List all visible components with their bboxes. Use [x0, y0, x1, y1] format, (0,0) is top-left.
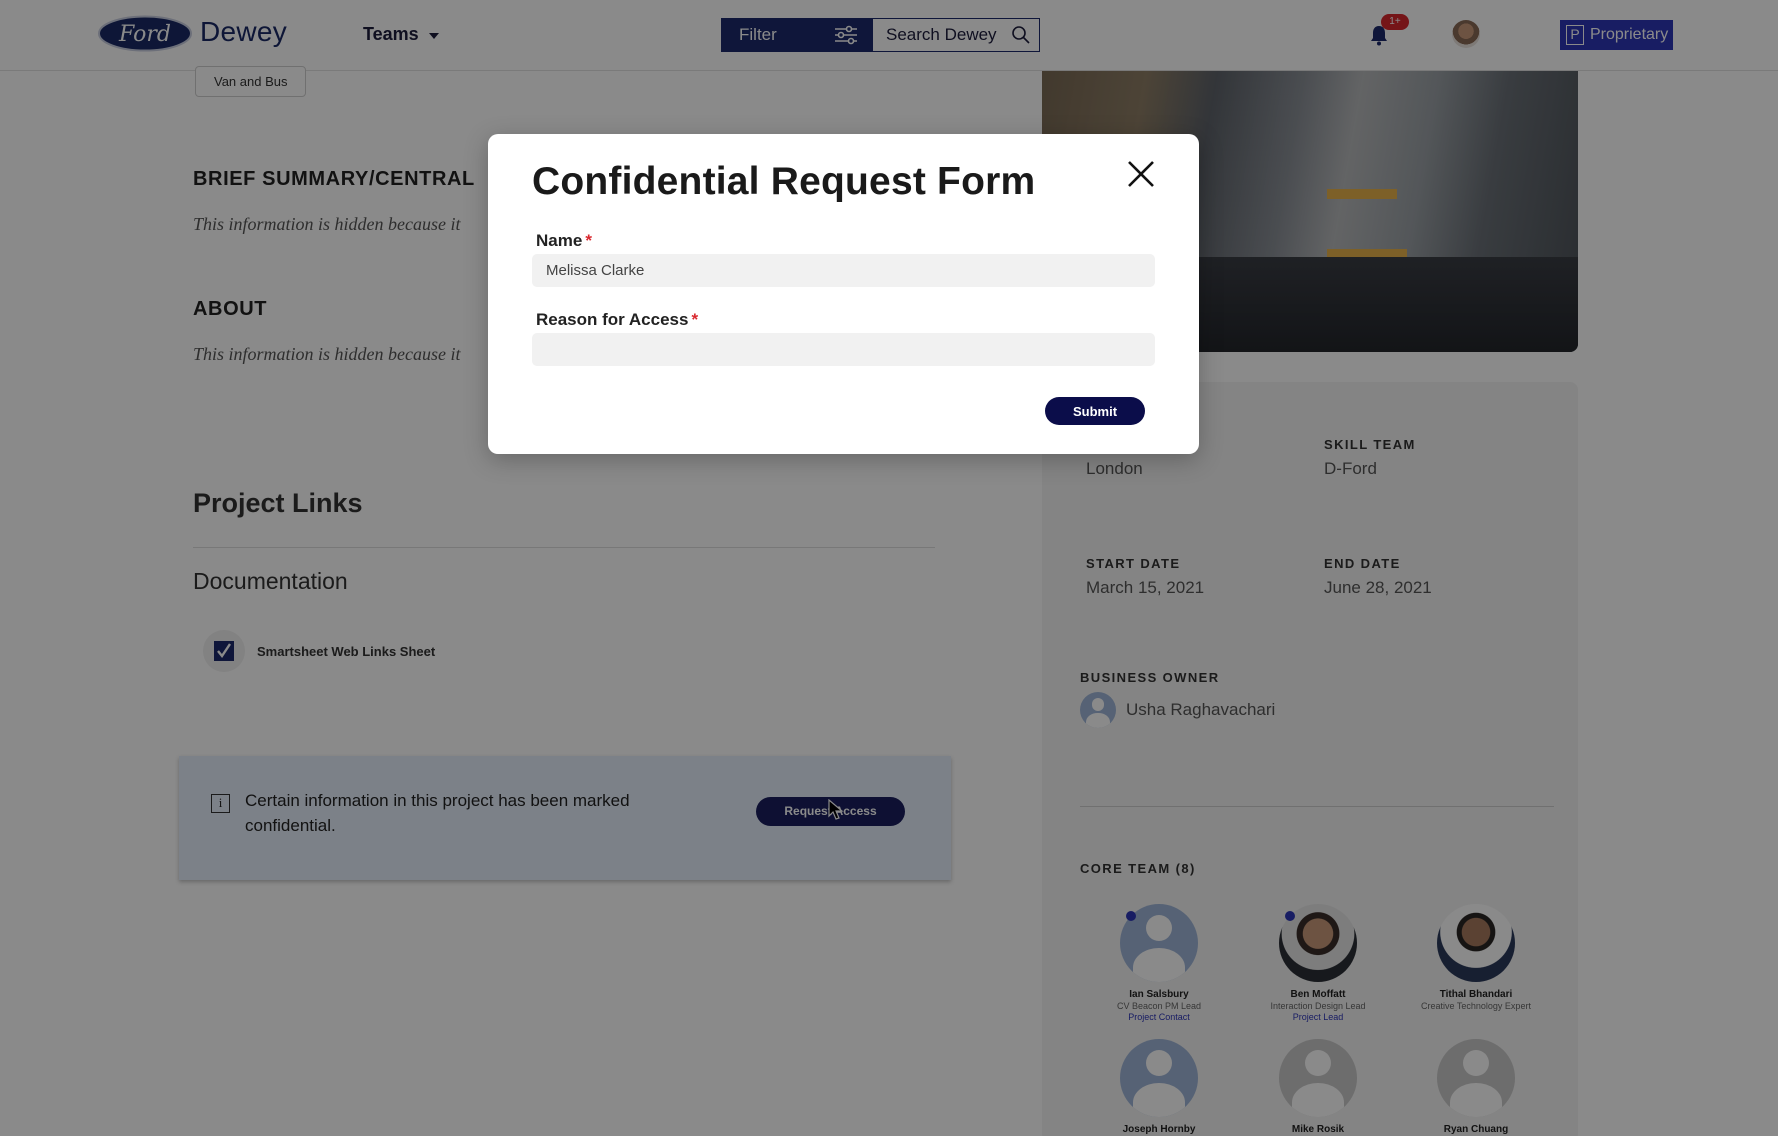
modal-title: Confidential Request Form [532, 160, 1036, 203]
confidential-request-modal: Confidential Request Form Name* Reason f… [488, 134, 1199, 454]
name-label-text: Name [536, 231, 583, 250]
reason-field-label: Reason for Access * [536, 310, 698, 330]
reason-label-text: Reason for Access [536, 310, 689, 329]
required-indicator: * [691, 310, 699, 329]
reason-for-access-field[interactable] [532, 333, 1155, 366]
name-field-label: Name * [536, 231, 592, 251]
required-indicator: * [585, 231, 592, 250]
close-icon[interactable] [1126, 159, 1156, 189]
submit-button[interactable]: Submit [1045, 397, 1145, 425]
name-field[interactable] [532, 254, 1155, 287]
